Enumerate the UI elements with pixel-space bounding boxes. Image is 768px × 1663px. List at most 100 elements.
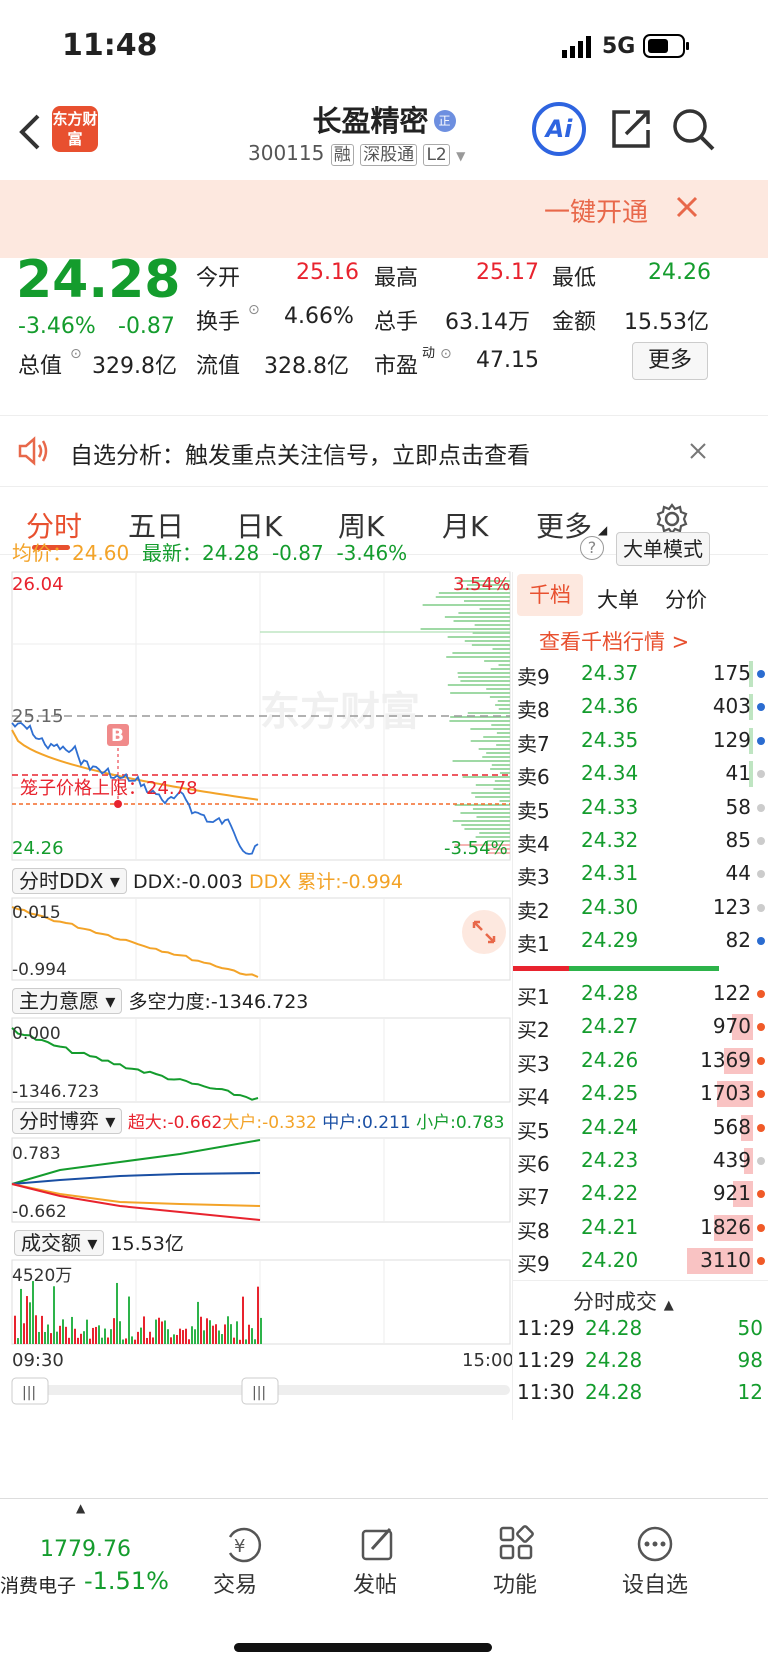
order-price: 24.23 [581,1148,639,1172]
axis-prev: 25.15 [12,706,64,727]
order-row[interactable]: 买1 24.28 122 [513,978,768,1010]
ddx-value: DDX:-0.003 [132,871,243,893]
trade-button[interactable]: 交易 [180,1567,290,1599]
label-volume: 总手 [374,310,419,335]
order-row[interactable]: 卖6 24.34 41 [513,758,768,790]
battery-icon [643,34,689,58]
label-amount: 金额 [552,310,597,335]
main-force-select[interactable]: 主力意愿 ▾ [12,988,123,1014]
order-row[interactable]: 买6 24.23 439 [513,1145,768,1177]
big-order-mode-button[interactable]: 大单模式 [616,532,710,566]
search-icon[interactable] [672,108,716,152]
reg-badge: 正 [433,110,456,132]
order-price: 24.21 [581,1214,639,1239]
watermark: 东方财富 [260,689,420,735]
order-row[interactable]: 卖4 24.32 85 [513,825,768,857]
order-row[interactable]: 买9 24.20 3110 [513,1245,768,1277]
order-level: 买2 [517,1018,550,1043]
order-volume: 175 [712,661,751,685]
status-dot [757,1023,765,1032]
label-high: 最高 [374,266,419,291]
game-header: 分时博弈 ▾ 超大:-0.662大户:-0.332 中户:0.211 小户:0.… [12,1106,512,1136]
order-row[interactable]: 卖1 24.29 82 [513,925,768,957]
order-price: 24.35 [581,727,639,752]
order-level: 卖6 [517,765,550,790]
order-row[interactable]: 买8 24.21 1826 [513,1212,768,1244]
status-dot [757,870,765,879]
status-dot [757,770,765,779]
tick-time: 11:30 [517,1380,575,1404]
nav-bar: 东方财富 长盈精密 正 300115 融 深股通 L2 ▼ Ai [0,100,768,180]
tick-volume: 98 [737,1348,763,1372]
order-row[interactable]: 买5 24.24 568 [513,1112,768,1144]
sector-pct: -1.51% [84,1567,169,1595]
current-price: 24.28 [16,250,181,310]
order-row[interactable]: 买4 24.25 1703 [513,1078,768,1110]
time-end: 15:00 [462,1350,512,1371]
more-button[interactable]: 更多 [632,342,708,380]
post-button[interactable]: 发帖 [320,1567,430,1599]
order-row[interactable]: 卖5 24.33 58 [513,792,768,824]
ob-tab-big[interactable]: 大单 [597,584,639,614]
post-icon[interactable] [360,1525,396,1563]
order-row[interactable]: 卖2 24.30 123 [513,892,768,924]
open-account-banner[interactable]: 一键开通 [0,180,768,258]
tag-l2: L2 [423,144,450,166]
notice-bar[interactable]: 自选分析：触发重点关注信号，立即点击查看 [0,415,768,487]
order-row[interactable]: 卖8 24.36 403 [513,691,768,723]
order-row[interactable]: 买2 24.27 970 [513,1011,768,1043]
status-dot [757,1257,765,1266]
sector-index[interactable]: 1779.76 [40,1537,131,1562]
dropdown-icon[interactable]: ▼ [456,149,465,163]
ob-tab-thousand[interactable]: 千档 [517,574,583,616]
ob-tab-price[interactable]: 分价 [665,584,707,614]
status-time: 11:48 [62,28,158,63]
add-watchlist-button[interactable]: 设自选 [600,1567,710,1599]
game-select-label: 分时博弈 [19,1109,99,1133]
help-icon[interactable]: ? [580,536,604,560]
tick-volume: 50 [737,1316,763,1340]
share-icon[interactable] [610,108,652,150]
label-mktcap: 总值 [18,354,63,379]
settings-icon[interactable] [656,503,688,535]
notice-text[interactable]: 自选分析：触发重点关注信号，立即点击查看 [70,436,530,470]
tab-monthly-k[interactable]: 月K [442,505,488,545]
volume-select[interactable]: 成交额 ▾ [14,1230,105,1256]
function-button[interactable]: 功能 [460,1567,570,1599]
main-force-value: 多空力度:-1346.723 [128,991,309,1013]
close-icon[interactable] [676,196,698,218]
info-icon[interactable]: ⊙ [248,302,260,318]
banner-text[interactable]: 一键开通 [544,192,648,229]
ob-link[interactable]: 查看千档行情 > [539,626,689,656]
main-force-header: 主力意愿 ▾ 多空力度:-1346.723 [12,986,510,1016]
tick-row: 11:30 24.28 12 [513,1380,768,1410]
order-level: 买4 [517,1085,550,1110]
order-row[interactable]: 卖3 24.31 44 [513,858,768,890]
info-icon[interactable]: ⊙ [70,346,82,362]
limit-label: 笼子价格上限：24.78 [20,778,198,799]
tag-connect: 深股通 [360,144,418,166]
up-arrow-icon: ▲ [76,1501,86,1515]
expand-icon-bg [462,910,506,954]
order-row[interactable]: 卖9 24.37 175 [513,658,768,690]
trade-icon[interactable]: ¥ [222,1525,262,1565]
ddx-select[interactable]: 分时DDX ▾ [12,868,127,894]
order-row[interactable]: 买7 24.22 921 [513,1178,768,1210]
by-bottom: -0.662 [12,1202,67,1222]
close-icon[interactable] [690,443,706,459]
ai-button[interactable]: Ai [532,102,586,156]
info-icon[interactable]: ⊙ [440,346,452,362]
order-volume: 122 [712,981,751,1005]
ticks-title[interactable]: 分时成交 ▲ [573,1286,674,1316]
more-dots-icon[interactable] [636,1525,674,1563]
function-icon[interactable] [498,1525,534,1561]
order-price: 24.33 [581,794,639,819]
order-volume: 970 [712,1014,751,1039]
latest-label: 最新： [141,541,202,565]
latest-pct: -3.46% [336,541,408,565]
sector-name[interactable]: 消费电子 [0,1571,76,1598]
order-row[interactable]: 卖7 24.35 129 [513,725,768,757]
game-select[interactable]: 分时博弈 ▾ [12,1108,123,1134]
stock-name: 长盈精密 [312,104,429,138]
order-row[interactable]: 买3 24.26 1369 [513,1045,768,1077]
